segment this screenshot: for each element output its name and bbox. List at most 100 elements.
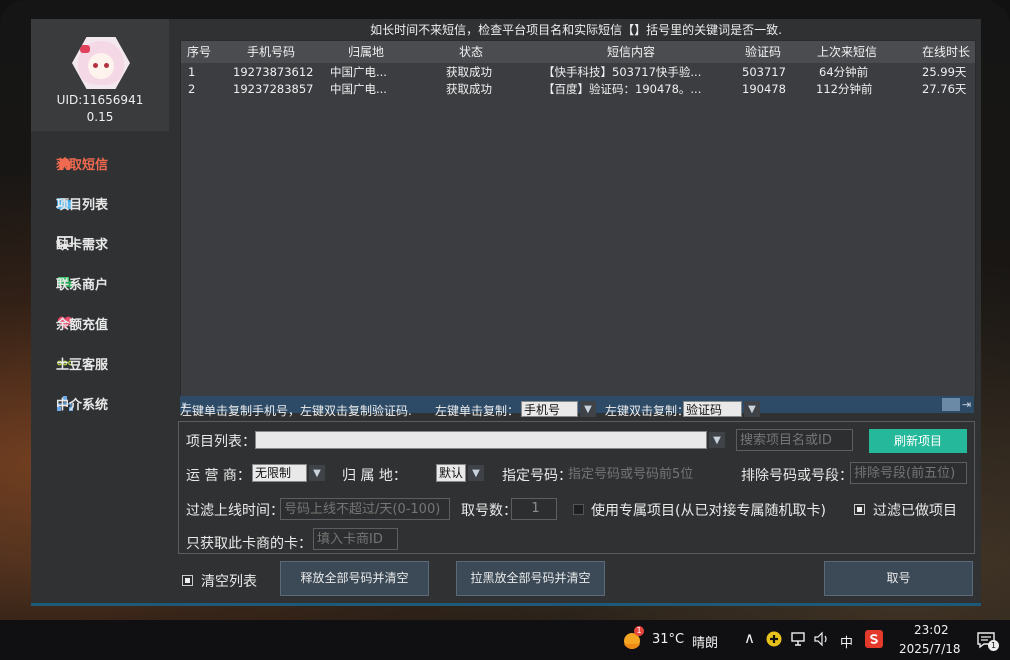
column-header[interactable]: 上次来短信	[817, 41, 877, 63]
nav-item-agent-system[interactable]: 中介系统	[56, 393, 108, 413]
taskbar: 1 31°C 晴朗 ∧ 中 23:02 2025/7/18 1	[0, 620, 1010, 660]
nav-item-customer-service[interactable]: 土豆客服	[56, 353, 108, 373]
region-select[interactable]: 默认	[436, 464, 466, 482]
chevron-down-icon[interactable]: ▼	[580, 401, 596, 417]
clear-list-label: 清空列表	[201, 574, 257, 590]
nav-label: 余额充值	[56, 317, 109, 333]
volume-icon[interactable]	[813, 631, 831, 647]
scrollbar-thumb[interactable]	[942, 398, 960, 411]
network-icon[interactable]	[790, 631, 808, 647]
weather-desc[interactable]: 晴朗	[692, 632, 718, 651]
column-header[interactable]: 验证码	[745, 41, 781, 63]
nav-item-get-sms[interactable]: 获取短信	[56, 153, 108, 173]
specify-number-input[interactable]	[565, 463, 707, 485]
count-input[interactable]: 1	[511, 498, 557, 520]
nav-label: 联系商户	[56, 277, 109, 293]
column-header[interactable]: 归属地	[348, 41, 384, 63]
scroll-right-icon[interactable]: ⇥	[962, 396, 971, 413]
sidebar: UID:11656941 0.15 获取短信 项目列表 缺卡需求 联系商户 余额…	[31, 19, 171, 603]
weather-temp[interactable]: 31°C	[652, 632, 684, 647]
ime-indicator[interactable]: 中	[840, 632, 853, 651]
project-search-input[interactable]	[736, 429, 853, 451]
nav-item-card-demand[interactable]: 缺卡需求	[56, 233, 108, 253]
blacklist-all-button[interactable]: 拉黑放全部号码并清空	[456, 561, 605, 596]
nav-label: 中介系统	[56, 397, 109, 413]
profile-card: UID:11656941 0.15	[31, 19, 169, 131]
column-header[interactable]: 手机号码	[247, 41, 295, 63]
nav-label: 获取短信	[56, 157, 109, 173]
nav-label: 项目列表	[56, 197, 109, 213]
table-header: 序号 手机号码 归属地 状态 短信内容 验证码 上次来短信 在线时长	[181, 41, 975, 63]
nav-item-recharge[interactable]: 余额充值	[56, 313, 108, 333]
chevron-down-icon[interactable]: ▼	[709, 432, 725, 448]
count-label: 取号数：	[461, 503, 517, 519]
column-header[interactable]: 在线时长	[922, 41, 970, 63]
online-filter-label: 过滤上线时间：	[186, 503, 284, 519]
cell-region: 中国广电...	[330, 82, 387, 96]
clock-time[interactable]: 23:02	[914, 623, 949, 637]
copy-hint: 左键单击复制手机号，左键双击复制验证码.	[180, 404, 412, 418]
operator-label: 运 营 商：	[186, 468, 251, 484]
cell-sms: 【百度】验证码：190478。...	[543, 82, 702, 96]
single-click-select[interactable]: 手机号	[521, 401, 578, 417]
get-number-button[interactable]: 取号	[824, 561, 973, 596]
exclude-number-label: 排除号码或号段：	[741, 468, 853, 484]
dedicated-project-checkbox[interactable]	[573, 504, 584, 515]
chevron-down-icon[interactable]: ▼	[309, 465, 325, 481]
nav-item-contact-merchant[interactable]: 联系商户	[56, 273, 108, 293]
card-merchant-input[interactable]	[313, 528, 398, 550]
filter-done-checkbox[interactable]	[854, 504, 865, 515]
filter-done-label: 过滤已做项目	[873, 503, 957, 519]
cell-online: 25.99天	[922, 65, 967, 79]
cell-sms: 【快手科技】503717快手验...	[543, 65, 702, 79]
cell-index: 2	[188, 82, 196, 96]
cell-phone[interactable]: 19237283857	[233, 81, 313, 98]
release-all-button[interactable]: 释放全部号码并清空	[280, 561, 429, 596]
column-header[interactable]: 短信内容	[607, 41, 655, 63]
card-merchant-label: 只获取此卡商的卡：	[186, 536, 312, 552]
project-select[interactable]	[255, 431, 707, 449]
column-header[interactable]: 序号	[187, 41, 211, 63]
sms-table[interactable]: 序号 手机号码 归属地 状态 短信内容 验证码 上次来短信 在线时长 1 192…	[180, 40, 976, 398]
specify-number-label: 指定号码：	[502, 468, 572, 484]
notification-count: 1	[988, 640, 999, 651]
cell-phone[interactable]: 19273873612	[233, 64, 313, 81]
cell-status: 获取成功	[446, 65, 492, 79]
table-row[interactable]: 2 19237283857 中国广电... 获取成功 【百度】验证码：19047…	[181, 81, 975, 98]
column-header[interactable]: 状态	[459, 41, 483, 63]
chevron-down-icon[interactable]: ▼	[744, 401, 760, 417]
single-click-label: 左键单击复制：	[435, 404, 520, 418]
online-filter-input[interactable]	[280, 498, 450, 520]
exclude-number-input[interactable]	[850, 462, 967, 484]
cell-code[interactable]: 190478	[742, 81, 786, 98]
cell-status: 获取成功	[446, 82, 492, 96]
operator-select[interactable]: 无限制	[252, 464, 307, 482]
avatar[interactable]	[72, 37, 130, 89]
sogou-input-icon[interactable]	[865, 630, 883, 648]
cell-region: 中国广电...	[330, 65, 387, 79]
cell-code[interactable]: 503717	[742, 64, 786, 81]
double-click-label: 左键双击复制：	[605, 404, 690, 418]
table-row[interactable]: 1 19273873612 中国广电... 获取成功 【快手科技】503717快…	[181, 64, 975, 81]
dedicated-project-label: 使用专属项目(从已对接专属随机取卡)	[591, 503, 826, 519]
project-list-label: 项目列表：	[186, 434, 256, 450]
region-label: 归 属 地：	[342, 468, 407, 484]
notice-text: 如长时间不来短信，检查平台项目名和实际短信【】括号里的关键词是否一致.	[370, 23, 782, 37]
clock-date[interactable]: 2025/7/18	[899, 642, 961, 656]
nav-label: 缺卡需求	[56, 237, 109, 253]
cell-index: 1	[188, 65, 196, 79]
refresh-projects-button[interactable]: 刷新项目	[869, 429, 967, 453]
app-window: UID:11656941 0.15 获取短信 项目列表 缺卡需求 联系商户 余额…	[31, 19, 981, 606]
nav-label: 土豆客服	[56, 357, 109, 373]
cell-online: 27.76天	[922, 82, 967, 96]
cell-last-sms: 112分钟前	[816, 82, 873, 96]
cell-last-sms: 64分钟前	[819, 65, 869, 79]
balance-value: 0.15	[86, 110, 114, 124]
weather-badge: 1	[634, 626, 644, 636]
tray-app-icon[interactable]	[766, 631, 782, 647]
clear-list-checkbox[interactable]	[182, 575, 193, 586]
chevron-up-icon[interactable]: ∧	[744, 629, 755, 647]
chevron-down-icon[interactable]: ▼	[468, 465, 484, 481]
nav-item-project-list[interactable]: 项目列表	[56, 193, 108, 213]
double-click-select[interactable]: 验证码	[683, 401, 742, 417]
